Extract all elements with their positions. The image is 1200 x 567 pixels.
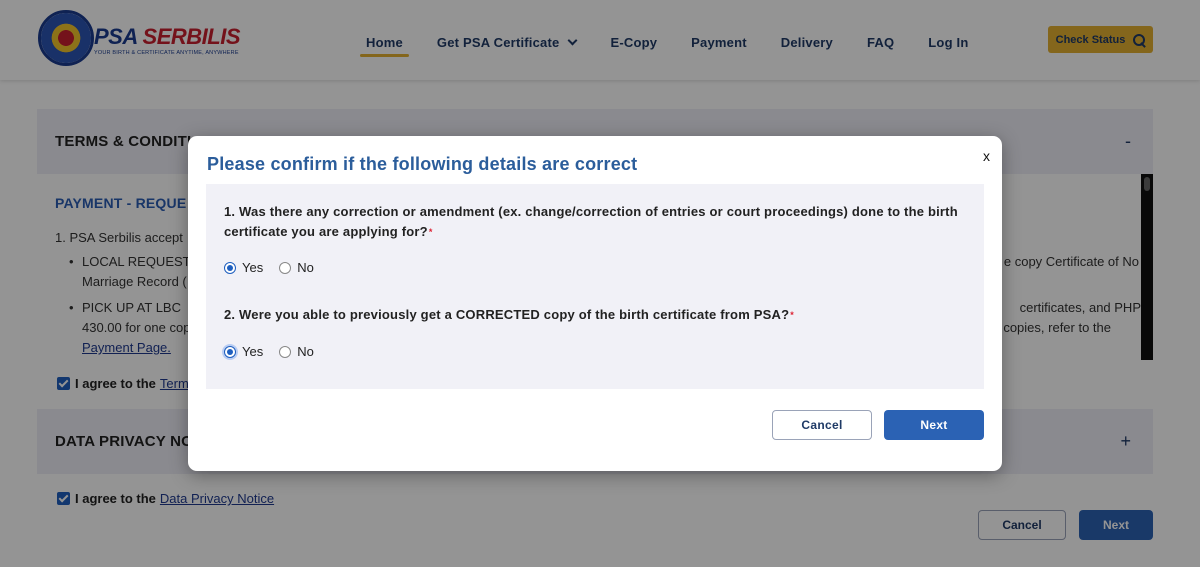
question-1-options: Yes No: [224, 260, 330, 275]
modal-title: Please confirm if the following details …: [207, 154, 638, 174]
modal-cancel-button[interactable]: Cancel: [772, 410, 872, 440]
q1-yes-radio[interactable]: [224, 261, 236, 274]
confirm-details-modal: Please confirm if the following details …: [188, 136, 1002, 471]
q2-yes-label[interactable]: Yes: [242, 344, 263, 359]
question-2-options: Yes No: [224, 344, 330, 359]
q1-no-label[interactable]: No: [297, 260, 314, 275]
close-icon[interactable]: x: [983, 148, 990, 164]
q2-no-label[interactable]: No: [297, 344, 314, 359]
question-1-text: 1. Was there any correction or amendment…: [224, 204, 958, 239]
required-mark: *: [428, 227, 433, 237]
question-2-text: 2. Were you able to previously get a COR…: [224, 307, 790, 322]
question-1: 1. Was there any correction or amendment…: [224, 202, 969, 242]
question-2: 2. Were you able to previously get a COR…: [224, 305, 794, 325]
required-mark: *: [790, 310, 794, 320]
q1-yes-label[interactable]: Yes: [242, 260, 263, 275]
q1-no-radio[interactable]: [279, 261, 292, 274]
q2-no-radio[interactable]: [279, 345, 292, 358]
q2-yes-radio[interactable]: [224, 345, 236, 358]
modal-questions: 1. Was there any correction or amendment…: [206, 184, 984, 389]
modal-next-button[interactable]: Next: [884, 410, 984, 440]
